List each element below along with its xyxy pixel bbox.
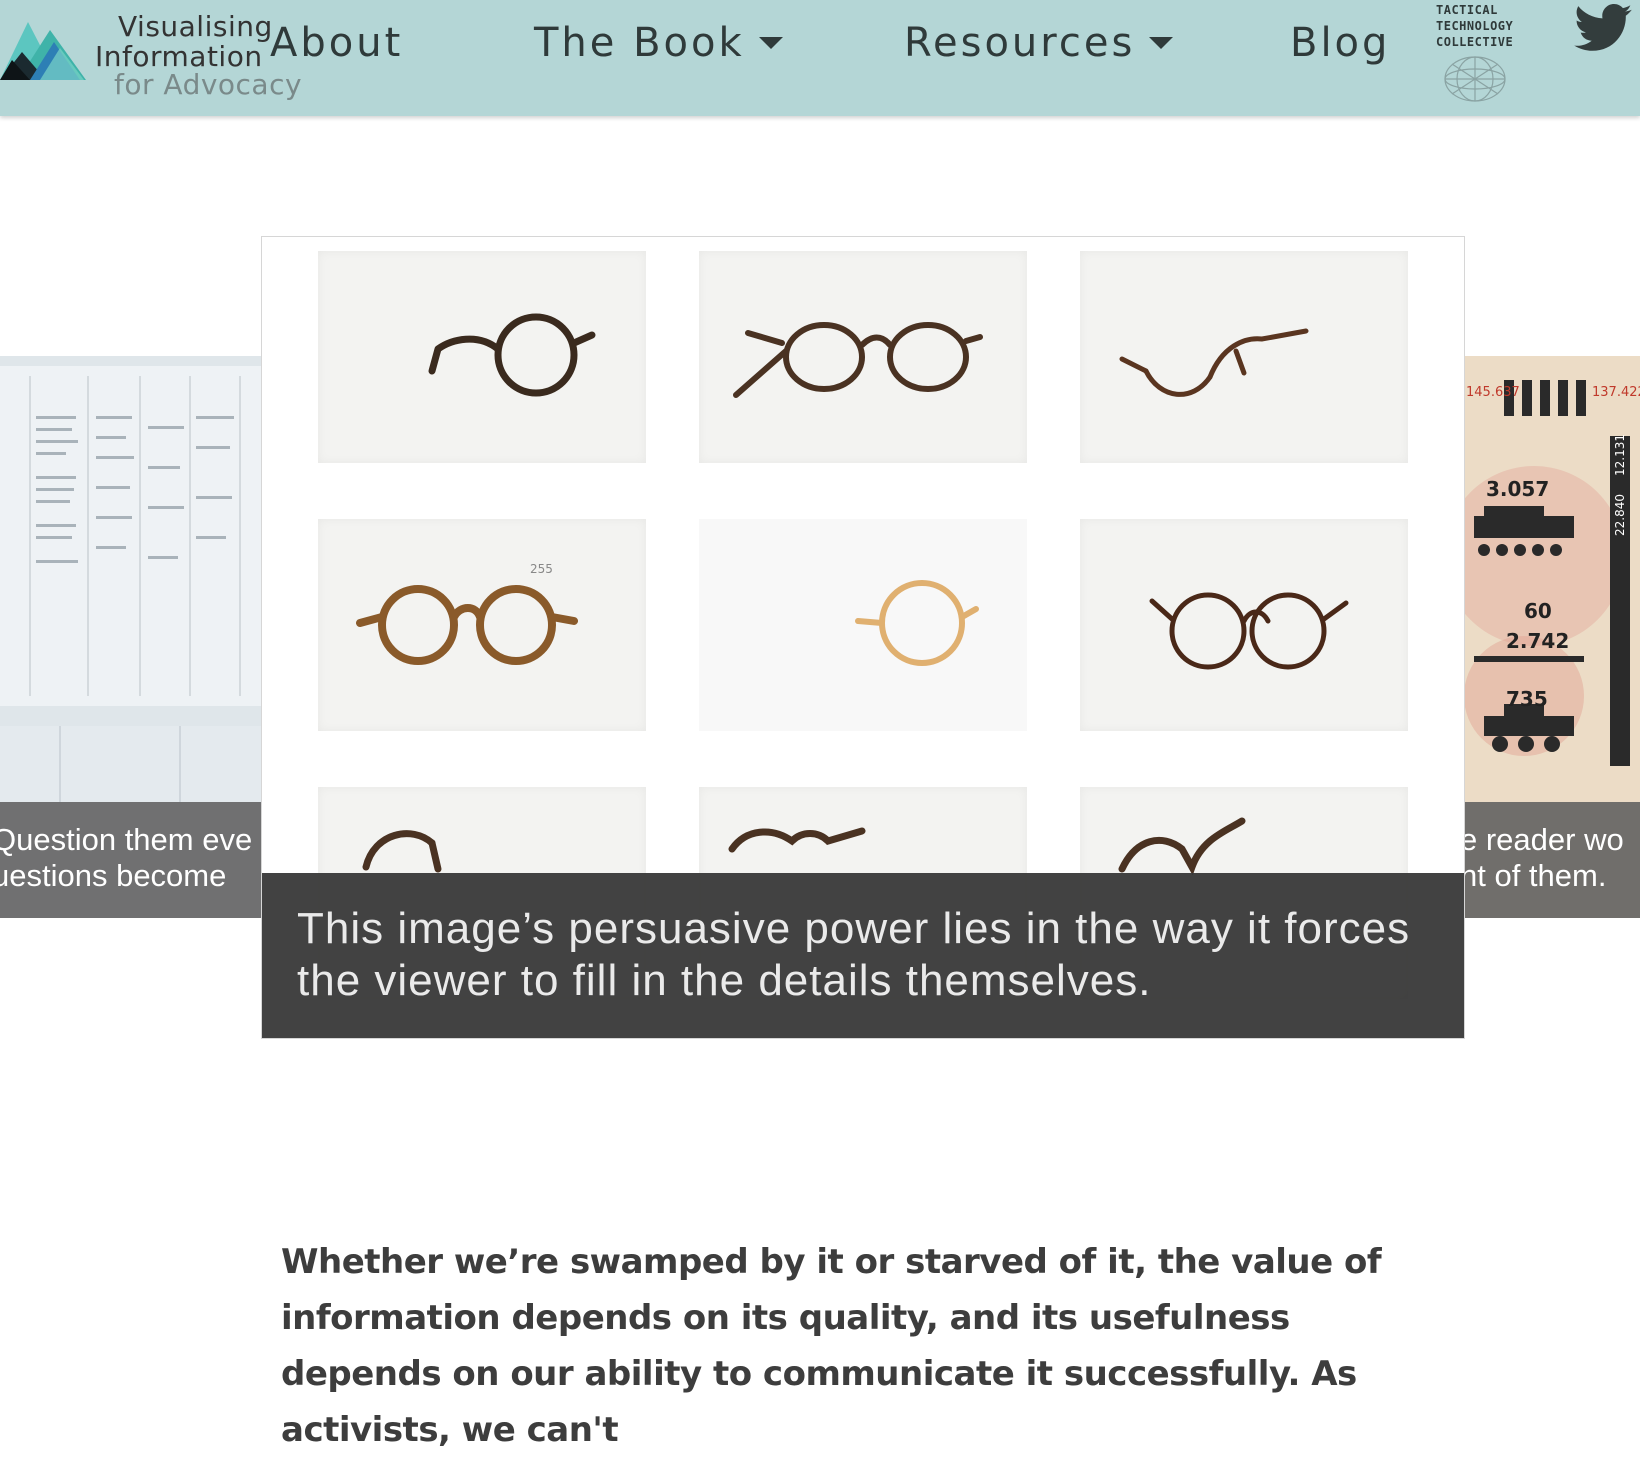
nav-about-label: About — [270, 20, 404, 66]
current-caption-text: This image’s persuasive power lies in th… — [297, 904, 1411, 1005]
carousel-current-slide[interactable]: 255 This image’s persuasive power lies i… — [261, 236, 1465, 1039]
ttc-line-2: TECHNOLOGY — [1436, 19, 1514, 33]
ttc-line-1: TACTICAL — [1436, 3, 1498, 17]
infographic-number-4: 60 — [1524, 599, 1552, 623]
top-navigation-bar: Visualising Information for Advocacy Abo… — [0, 0, 1640, 116]
intro-paragraph: Whether we’re swamped by it or starved o… — [281, 1242, 1382, 1450]
globe-mesh-icon — [1444, 56, 1506, 102]
caret-down-icon — [758, 37, 783, 49]
site-logo[interactable]: Visualising Information for Advocacy — [0, 0, 310, 110]
next-caption-line-1: e reader wo — [1464, 822, 1624, 857]
infographic-number-7: 22.840 — [1613, 494, 1627, 536]
nav-blog[interactable]: Blog — [1290, 20, 1390, 66]
nav-blog-label: Blog — [1290, 20, 1391, 66]
mountains-logo-icon — [0, 22, 86, 80]
infographic-number-5: 2.742 — [1506, 629, 1569, 653]
ttc-line-3: COLLECTIVE — [1436, 35, 1514, 49]
infographic-number-3: 3.057 — [1486, 477, 1549, 501]
infographic-number-8: 12.131 — [1613, 434, 1627, 476]
caret-down-icon — [1149, 37, 1174, 49]
spreadsheet-printout-image — [0, 356, 262, 802]
nav-the-book-label: The Book — [534, 20, 745, 66]
next-caption-line-2: nt of them. — [1464, 858, 1607, 893]
infographic-number-6: 735 — [1506, 687, 1548, 711]
nav-resources[interactable]: Resources — [904, 20, 1174, 66]
military-spending-infographic-image: 145.637 137.422 3.057 60 2.742 735 22.84… — [1464, 356, 1640, 802]
previous-caption-line-1: Question them eve — [0, 822, 253, 857]
infographic-number-1: 145.637 — [1466, 385, 1520, 400]
carousel-previous-slide[interactable]: Question them eve uestions become — [0, 356, 262, 918]
carousel-current-caption: This image’s persuasive power lies in th… — [262, 873, 1464, 1038]
svg-text:255: 255 — [530, 562, 553, 576]
nav-resources-label: Resources — [904, 20, 1136, 66]
tactical-tech-logo[interactable]: TACTICAL TECHNOLOGY COLLECTIVE — [1436, 2, 1516, 106]
logo-text-for-advocacy: for Advocacy — [114, 68, 303, 101]
carousel-previous-caption: Question them eve uestions become — [0, 802, 262, 918]
twitter-icon[interactable] — [1574, 4, 1632, 52]
nav-the-book[interactable]: The Book — [534, 20, 783, 66]
infographic-number-2: 137.422 — [1592, 385, 1640, 400]
nav-about[interactable]: About — [270, 20, 403, 66]
previous-caption-line-2: uestions become — [0, 858, 227, 893]
logo-text-visualising: Visualising — [118, 10, 273, 43]
carousel-next-caption: e reader wo nt of them. — [1464, 802, 1640, 918]
carousel-next-slide[interactable]: 145.637 137.422 3.057 60 2.742 735 22.84… — [1464, 356, 1640, 918]
